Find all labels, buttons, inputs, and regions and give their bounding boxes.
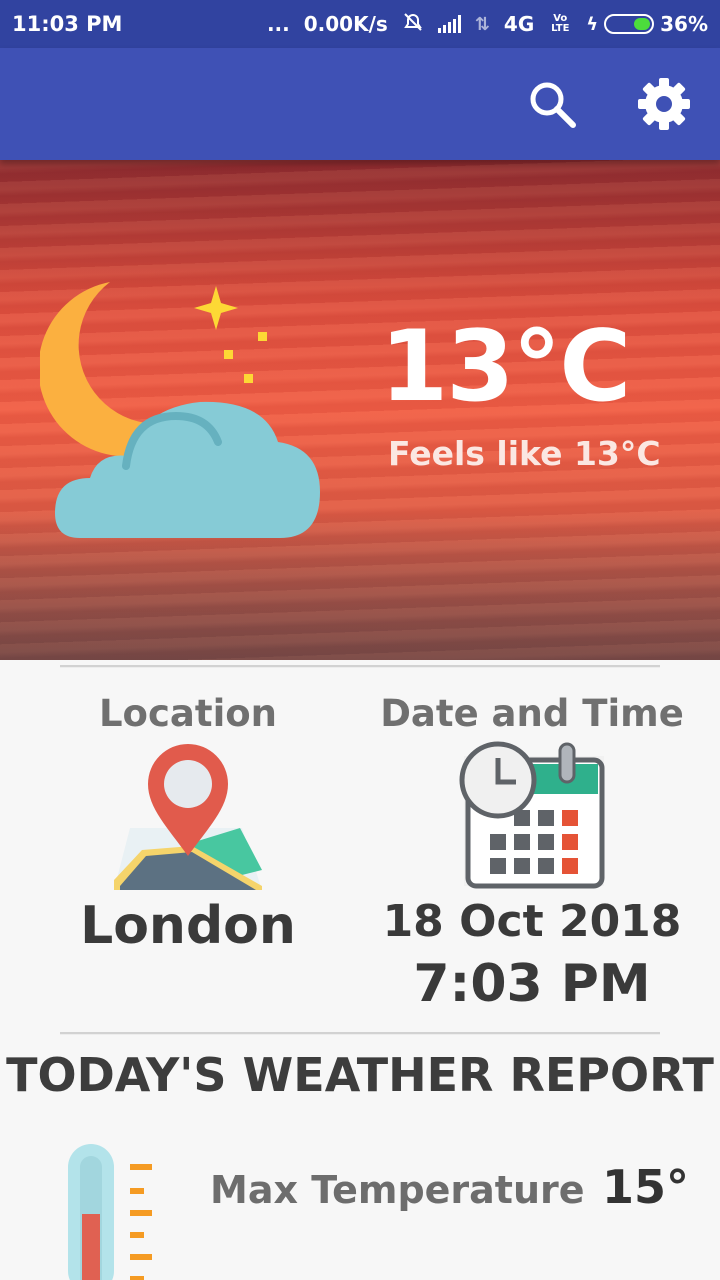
current-temperature: 13°C: [380, 310, 631, 424]
location-label: Location: [98, 692, 278, 735]
battery-indicator: ϟ 36%: [586, 12, 708, 36]
gear-icon: [638, 78, 690, 130]
divider: [60, 1032, 660, 1035]
datetime-label: Date and Time: [380, 692, 684, 735]
feels-like-text: Feels like 13°C: [388, 434, 661, 473]
battery-percent: 36%: [660, 12, 708, 36]
battery-icon: [604, 14, 655, 34]
time-value: 7:03 PM: [413, 954, 651, 1014]
search-button[interactable]: [524, 76, 580, 132]
status-dots: ...: [266, 12, 290, 36]
divider: [60, 665, 660, 668]
report-title: TODAY'S WEATHER REPORT: [6, 1048, 714, 1102]
app-bar: [0, 48, 720, 160]
volte-badge: Vo LTE: [551, 13, 570, 34]
settings-button[interactable]: [636, 76, 692, 132]
map-pin-icon: [114, 744, 262, 890]
max-temp-label: Max Temperature: [210, 1168, 585, 1212]
status-time: 11:03 PM: [12, 12, 123, 36]
status-bar: 11:03 PM ... 0.00K/s ⇅ 4G Vo LTE ϟ 36%: [0, 0, 720, 48]
network-type: 4G: [503, 12, 535, 36]
moon-cloud-icon: [40, 282, 320, 538]
mute-icon: [402, 11, 424, 38]
status-indicators: ... 0.00K/s ⇅ 4G Vo LTE ϟ 36%: [267, 11, 708, 38]
data-arrows-icon: ⇅: [474, 13, 490, 35]
signal-icon: [437, 15, 461, 33]
thermometer-icon: [68, 1144, 152, 1280]
network-speed: 0.00K/s: [303, 12, 388, 36]
max-temp-value: 15°: [602, 1160, 690, 1214]
location-city: London: [80, 896, 296, 956]
calendar-clock-icon: [459, 741, 605, 889]
search-icon: [530, 82, 576, 128]
charging-icon: ϟ: [586, 13, 599, 35]
current-weather-panel: 13°C Feels like 13°C: [0, 160, 720, 660]
date-value: 18 Oct 2018: [382, 896, 682, 947]
